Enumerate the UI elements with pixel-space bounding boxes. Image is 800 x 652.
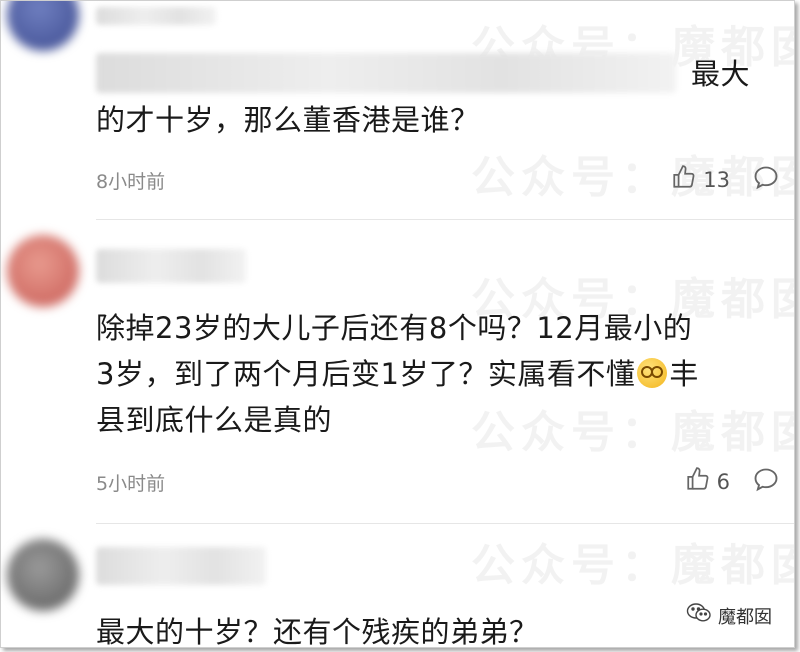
username-blurred[interactable] (96, 547, 266, 585)
like-button[interactable]: 6 (685, 466, 730, 497)
comment-text-fragment: 3岁，到了两个月后变1岁了？实属看不懂 (96, 357, 636, 391)
comment-time: 8小时前 (96, 171, 166, 193)
comment-item: 最大的十岁？还有个残疾的弟弟？ (1, 525, 794, 648)
avatar[interactable] (7, 1, 79, 51)
divider (96, 523, 794, 524)
comment-text-fragment: 丰 (669, 357, 699, 391)
comment-bubble-icon[interactable] (752, 164, 780, 197)
comment-text-line: 最大的十岁？还有个残疾的弟弟？ (96, 615, 539, 648)
wechat-logo-icon (686, 602, 712, 629)
like-count: 6 (716, 469, 730, 494)
comment-text: 最大 的才十岁，那么董香港是谁？ (96, 51, 780, 143)
comment-text-line: 县到底什么是真的 (96, 403, 333, 437)
divider (96, 219, 794, 220)
comment-item: 除掉23岁的大儿子后还有8个吗？12月最小的 3岁，到了两个月后变1岁了？实属看… (1, 221, 794, 521)
comment-list: 公众号：魔都囡 公众号：魔都囡 公众号：魔都囡 公众号：魔都囡 公众号：魔都囡 … (0, 0, 795, 648)
username-blurred[interactable] (96, 7, 216, 25)
brand-badge: 魔都囡 (686, 602, 772, 629)
comment-text: 除掉23岁的大儿子后还有8个吗？12月最小的 3岁，到了两个月后变1岁了？实属看… (96, 305, 780, 443)
comment-bubble-icon[interactable] (752, 466, 780, 499)
thumbs-up-icon (671, 164, 697, 195)
comment-meta: 8小时前 13 (96, 164, 780, 194)
username-blurred[interactable] (96, 249, 246, 283)
thumbs-up-icon (685, 466, 711, 497)
like-count: 13 (703, 167, 730, 192)
comment-text-line: 3岁，到了两个月后变1岁了？实属看不懂丰 (96, 351, 780, 397)
avatar[interactable] (7, 235, 79, 307)
comment-text-head: 最大 (690, 57, 750, 91)
avatar[interactable] (7, 539, 79, 611)
comment-text-line: 除掉23岁的大儿子后还有8个吗？12月最小的 (96, 311, 693, 345)
comment-item: 最大 的才十岁，那么董香港是谁？ 8小时前 13 (1, 1, 794, 206)
comment-text-rest: 的才十岁，那么董香港是谁？ (96, 103, 480, 137)
brand-name: 魔都囡 (718, 606, 772, 628)
like-button[interactable]: 13 (671, 164, 730, 195)
comment-meta: 5小时前 6 (96, 466, 780, 496)
sweat-emoji-icon (637, 358, 668, 388)
comment-text: 最大的十岁？还有个残疾的弟弟？ (96, 609, 780, 648)
comment-time: 5小时前 (96, 473, 166, 495)
